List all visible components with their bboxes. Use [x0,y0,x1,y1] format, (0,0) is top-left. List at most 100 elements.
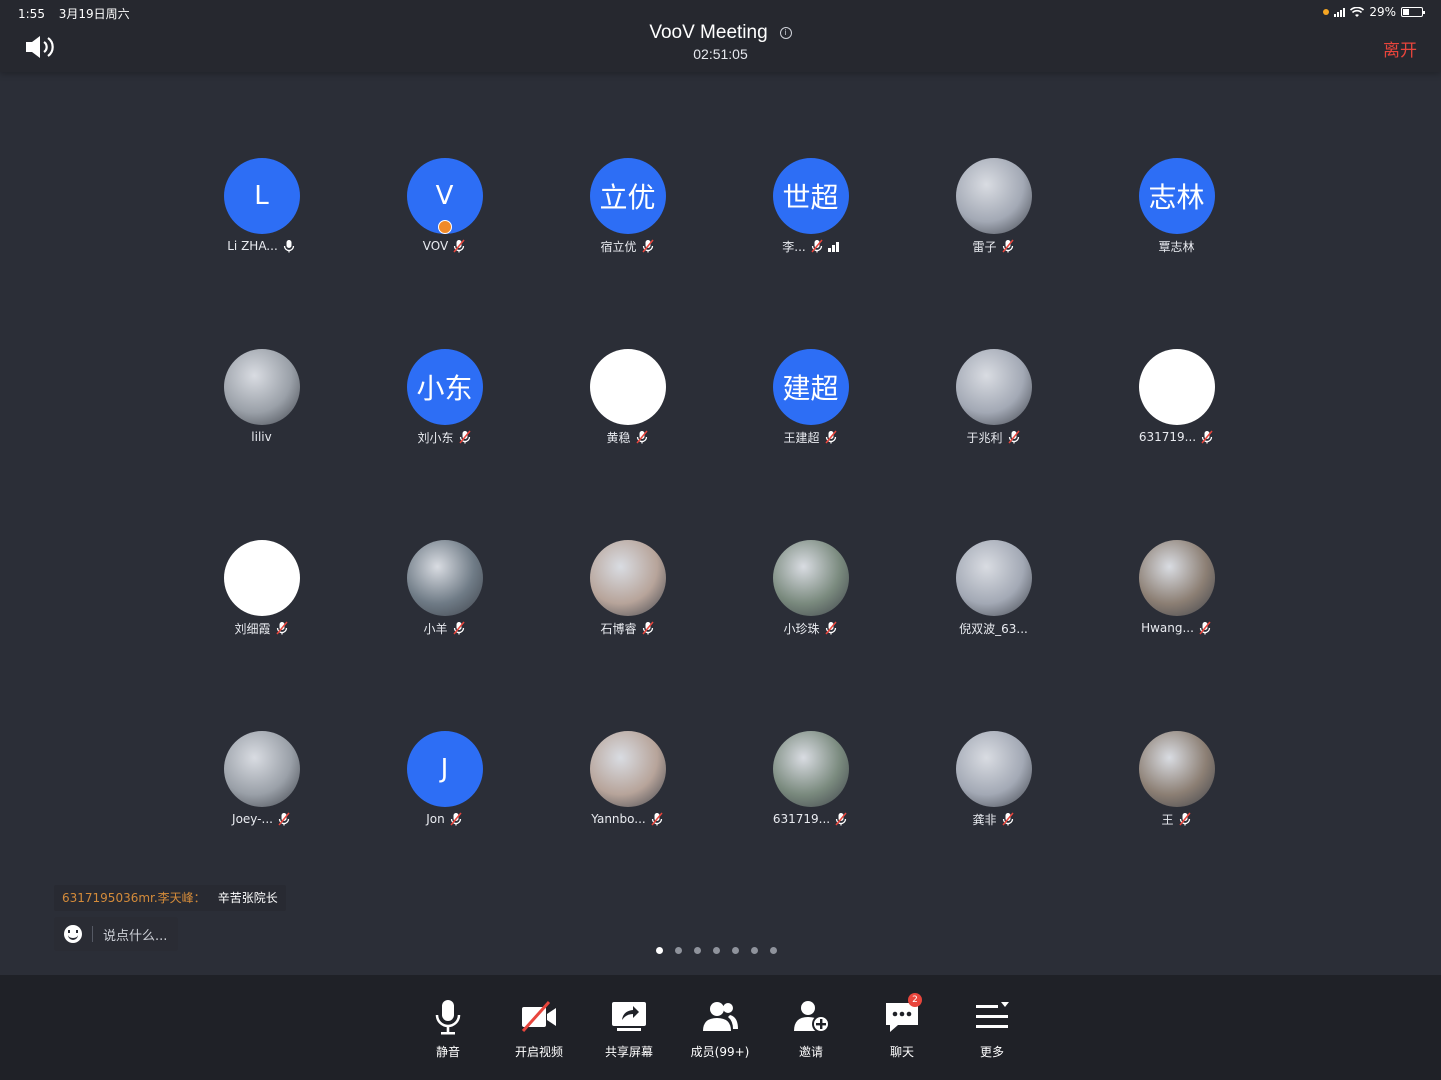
participant-tile[interactable]: 龚非 [902,731,1085,922]
avatar[interactable] [1138,349,1215,425]
cellular-signal-icon [1334,7,1346,17]
participant-tile[interactable]: 世超李... [719,158,902,349]
avatar[interactable] [772,731,849,807]
participant-tile[interactable]: Yannbo... [536,731,719,922]
participant-tile[interactable]: 631719... [1085,349,1268,540]
avatar[interactable] [1138,731,1215,807]
page-dot[interactable] [732,947,739,954]
avatar[interactable] [772,540,849,616]
avatar[interactable]: 世超 [772,158,849,234]
wifi-icon [1350,6,1365,17]
participant-grid: L Li ZHA... V VOV 立优 宿立优 世超 李... 雷子 志林 覃志林 liliv 小东刘… [170,158,1270,848]
invite-button[interactable]: 邀请 [771,997,851,1060]
participant-name-row: 李... [782,238,839,254]
participant-tile[interactable]: 小珍珠 [719,540,902,731]
info-icon[interactable]: i [779,27,792,39]
mic-muted-icon [458,430,472,444]
participant-name-row: 王建超 [783,429,837,445]
page-indicator[interactable] [656,947,777,954]
participant-tile[interactable]: 志林 覃志林 [1085,158,1268,349]
participant-name-row: 刘细霞 [234,620,288,636]
video-button[interactable]: 开启视频 [499,997,579,1060]
mic-muted-icon [824,430,838,444]
avatar[interactable]: L [223,158,300,234]
participant-name: 覃志林 [1158,239,1195,254]
participant-tile[interactable]: 于兆利 [902,349,1085,540]
participant-tile[interactable]: 631719... [719,731,902,922]
avatar[interactable] [223,731,300,807]
input-divider [92,926,93,942]
participant-tile[interactable]: liliv [170,349,353,540]
participant-tile[interactable]: 倪双波_63... [902,540,1085,731]
avatar[interactable] [223,349,300,425]
avatar[interactable] [955,731,1032,807]
mic-muted-icon [1198,621,1212,635]
avatar[interactable]: 建超 [772,349,849,425]
share-screen-icon [612,1002,646,1031]
avatar[interactable] [589,540,666,616]
participant-tile[interactable]: J Jon [353,731,536,922]
mute-button[interactable]: 静音 [408,997,488,1060]
leave-button[interactable]: 离开 [1383,36,1417,61]
participant-tile[interactable]: 建超王建超 [719,349,902,540]
avatar[interactable] [223,540,300,616]
participant-name: 小珍珠 [783,621,820,636]
page-dot[interactable] [694,947,701,954]
chat-message: 辛苦张院长 [217,891,278,905]
page-dot[interactable] [656,947,663,954]
page-dot[interactable] [713,947,720,954]
participant-tile[interactable]: L Li ZHA... [170,158,353,349]
chat-button[interactable]: 2 聊天 [862,993,942,1060]
status-time: 1:55 [18,7,45,21]
participant-name-row: 石博睿 [600,620,654,636]
status-date: 3月19日周六 [58,7,130,21]
participant-name: 雷子 [972,239,997,254]
avatar[interactable] [406,540,483,616]
avatar[interactable] [955,349,1032,425]
chat-unread-badge: 2 [908,993,922,1007]
avatar[interactable] [955,540,1032,616]
avatar[interactable]: V [406,158,483,234]
recording-dot-icon [1323,9,1330,15]
invite-label: 邀请 [798,1045,823,1059]
participant-tile[interactable]: 雷子 [902,158,1085,349]
participant-tile[interactable]: 立优 宿立优 [536,158,719,349]
avatar[interactable] [589,349,666,425]
members-label: 成员(99+) [690,1045,750,1059]
participant-tile[interactable]: 刘细霞 [170,540,353,731]
participant-tile[interactable]: 黄稳 [536,349,719,540]
avatar[interactable] [1138,540,1215,616]
avatar-initial: 立优 [599,181,656,214]
avatar-initial: 志林 [1148,181,1205,214]
participant-name-row: 倪双波_63... [959,620,1028,636]
chat-bubble[interactable]: 6317195036mr.李天峰： 辛苦张院长 [54,885,286,911]
participant-name-row: 覃志林 [1158,238,1194,254]
meeting-title-row: VooV Meeting i [0,22,1441,44]
page-dot[interactable] [770,947,777,954]
members-button[interactable]: 成员(99+) [680,997,760,1060]
participant-name-row: 宿立优 [600,238,654,254]
mic-muted-icon [824,621,838,635]
participant-tile[interactable]: 小东 刘小东 [353,349,536,540]
participant-tile[interactable]: Hwang... [1085,540,1268,731]
avatar[interactable]: 志林 [1138,158,1215,234]
avatar[interactable]: J [406,731,483,807]
participant-tile[interactable]: 小羊 [353,540,536,731]
page-dot[interactable] [751,947,758,954]
participant-tile[interactable]: 王 [1085,731,1268,922]
more-button[interactable]: 更多 [952,997,1032,1060]
share-screen-button[interactable]: 共享屏幕 [589,997,669,1060]
avatar[interactable] [589,731,666,807]
participant-name: Yannbo... [591,812,646,826]
avatar[interactable]: 小东 [406,349,483,425]
participant-tile[interactable]: V VOV [353,158,536,349]
avatar-initial: L [254,181,269,211]
participant-tile[interactable]: 石博睿 [536,540,719,731]
participant-name: 王建超 [783,430,820,445]
emoji-icon[interactable] [64,925,82,943]
participant-name: 倪双波_63... [959,621,1028,636]
page-dot[interactable] [675,947,682,954]
avatar[interactable]: 立优 [589,158,666,234]
avatar[interactable] [955,158,1032,234]
chat-input[interactable]: 说点什么... [54,917,178,951]
